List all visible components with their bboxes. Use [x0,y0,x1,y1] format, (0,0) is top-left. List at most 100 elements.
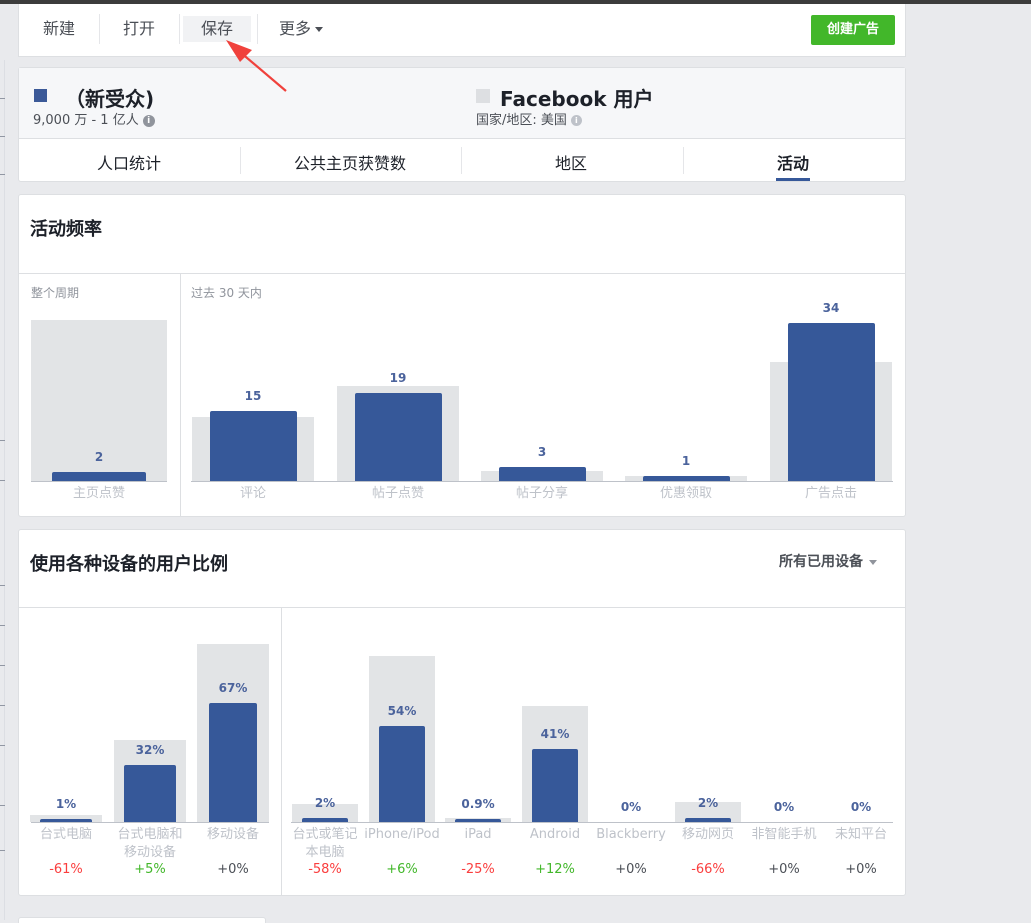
difference-value: -25% [461,862,495,877]
devices-card: 使用各种设备的用户比例 所有已用设备 1% 台式电脑 -61% 32% 台式电脑和移动设… [18,529,906,896]
category-label: 台式电脑 [39,827,92,842]
compare-audience-location: 国家/地区: 美国 i [476,109,582,128]
category-label: iPhone/iPod [364,827,440,842]
difference-value: +0% [217,862,249,877]
category-label: 帖子分享 [515,486,568,501]
activity-bar [787,323,875,481]
audience-card: （新受众) 9,000 万 - 1 亿人 i Facebook 用户 国家/地区:… [18,67,906,182]
right-empty-pane [906,4,1031,923]
device-filter-label: 所有已用设备 [779,554,863,570]
bar-value-label: 2% [314,796,336,811]
activity-bar [642,476,730,481]
bar-value-label: 67% [218,680,248,695]
device-bar [379,725,425,822]
category-label: 移动设备 [206,827,259,842]
device-bar [455,819,501,822]
active-tab-indicator [776,178,810,181]
category-label: 未知平台 [834,827,887,842]
category-label: 广告点击 [804,486,857,501]
devices-title: 使用各种设备的用户比例 [30,554,228,575]
category-label: Blackberry [596,827,666,842]
bar-value-label: 2% [697,796,719,811]
tab-page-likes[interactable]: 公共主页获赞数 [240,150,460,174]
difference-value: -58% [308,862,342,877]
bar-value-label: 54% [387,703,417,718]
info-icon[interactable]: i [570,115,582,126]
bar-value-label: 1 [681,454,691,469]
bar-value-label: 0.9% [461,797,495,811]
chevron-down-icon [869,559,877,565]
category-label: 主页点赞 [72,486,125,501]
bar-value-label: 32% [135,743,165,758]
difference-value: +0% [768,862,800,877]
compare-audience-name: Facebook 用户 [500,87,654,111]
activity-bar [52,471,146,481]
tab-demographics[interactable]: 人口统计 [19,150,239,174]
bar-value-label: 1% [55,797,77,811]
device-filter-dropdown[interactable]: 所有已用设备 [779,551,877,571]
audience-name: （新受众) [65,87,155,111]
open-button[interactable]: 打开 [111,16,167,42]
chevron-down-icon [315,27,323,32]
device-bar [40,819,92,822]
tab-location[interactable]: 地区 [461,150,681,174]
left-panel-edge [0,60,18,920]
activity-title: 活动频率 [30,219,102,240]
more-label: 更多 [278,19,311,38]
period-all-caption: 整个周期 [31,286,80,300]
difference-value: +0% [845,862,877,877]
difference-value: +0% [615,862,647,877]
bar-value-label: 0% [773,800,795,814]
bar-value-label: 19 [389,370,407,385]
device-bar [209,702,257,822]
audience-size: 9,000 万 - 1 亿人 i [33,109,155,128]
chart-baseline [291,822,893,823]
activity-bar [354,392,442,481]
create-ad-button[interactable]: 创建广告 [811,15,895,45]
bar-value-label: 34 [822,301,840,315]
save-button[interactable]: 保存 [183,16,251,42]
category-label: Android [529,827,581,842]
chart-baseline [31,481,167,482]
more-button[interactable]: 更多 [269,16,333,42]
category-label: 台式电脑和移动设备 [117,827,183,860]
device-bar [532,749,578,822]
info-icon[interactable]: i [142,115,155,127]
toolbar: 新建 打开 保存 更多 创建广告 [18,4,906,57]
audience-size-text: 9,000 万 - 1 亿人 [33,113,139,128]
category-label: iPad [464,827,492,842]
bar-value-label: 3 [537,445,547,460]
category-label: 移动网页 [681,827,734,842]
category-label: 帖子点赞 [371,486,424,501]
category-label: 台式或笔记本电脑 [292,827,358,860]
device-bar [685,818,731,822]
bar-value-label: 15 [244,389,262,404]
bar-value-label: 0% [620,800,642,814]
compare-color-swatch [476,89,490,103]
difference-value: -61% [49,862,83,877]
audience-color-swatch [34,89,47,102]
bar-value-label: 2 [94,449,104,464]
new-button[interactable]: 新建 [31,16,87,42]
audience-header: （新受众) 9,000 万 - 1 亿人 i Facebook 用户 国家/地区:… [19,68,905,139]
chart-baseline [31,822,269,823]
activity-bar [209,411,297,481]
category-label: 优惠领取 [659,486,712,501]
category-label: 评论 [239,486,266,501]
category-label: 非智能手机 [751,827,817,842]
compare-location-text: 国家/地区: 美国 [476,113,567,128]
bar-value-label: 41% [540,727,570,742]
device-bar [302,818,348,822]
device-bar [124,765,176,822]
activity-card: 活动频率 整个周期 过去 30 天内 2 主页点赞 15 评论 19 帖子点赞 3 帖子分享 1… [18,194,906,517]
chart-baseline [191,481,893,482]
difference-value: +6% [386,862,418,877]
difference-value: +12% [535,862,575,877]
tab-activity[interactable]: 活动 [683,150,903,174]
activity-bar [498,467,586,481]
period-30-caption: 过去 30 天内 [191,286,262,300]
difference-value: +5% [134,862,166,877]
difference-value: -66% [691,862,725,877]
bar-value-label: 0% [850,800,872,814]
next-card-edge [18,917,266,923]
